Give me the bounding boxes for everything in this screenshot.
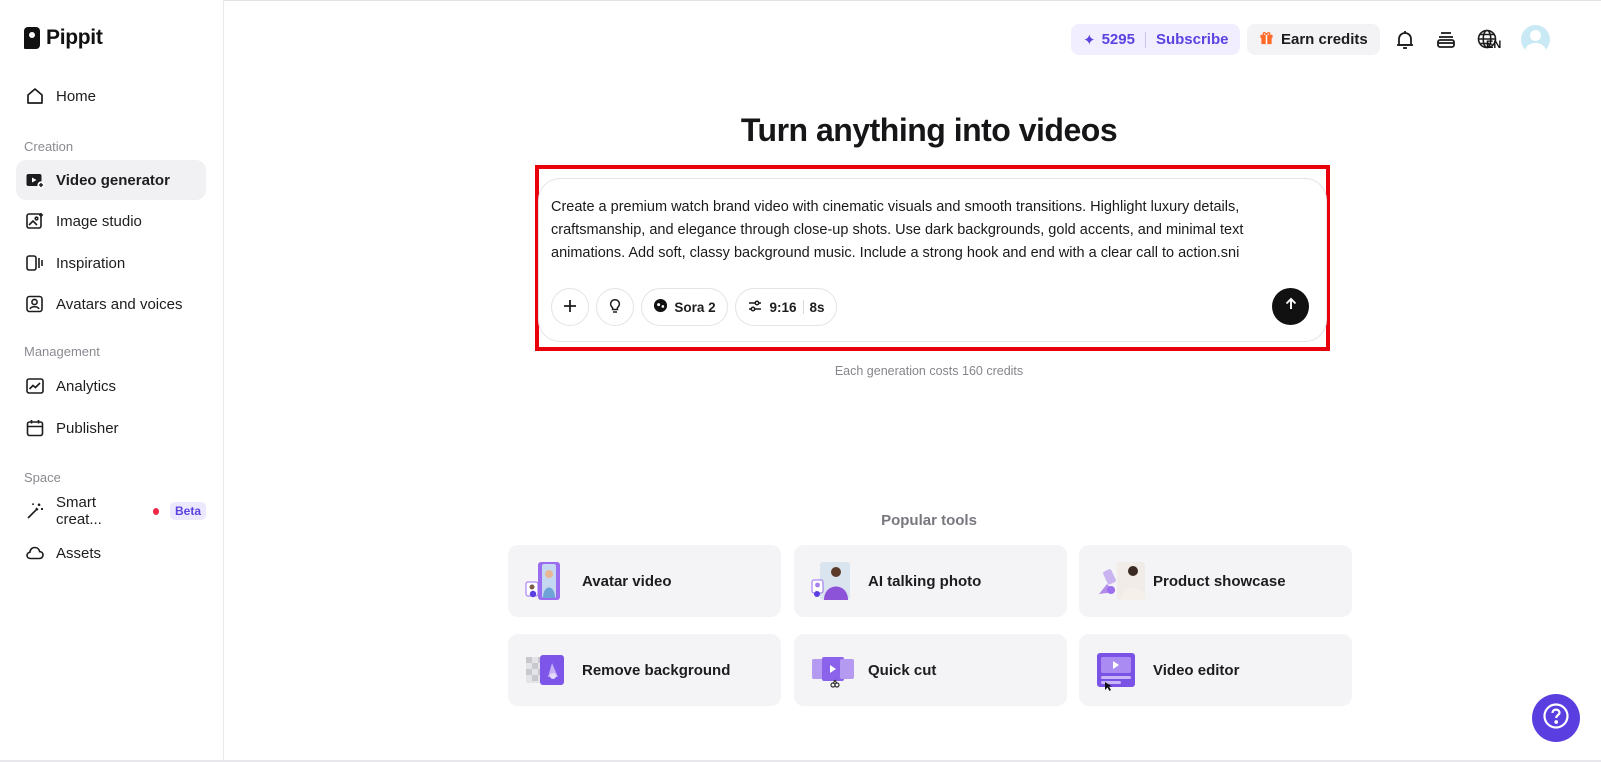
tool-label: Quick cut	[868, 661, 937, 679]
sidebar-item-avatars-and-voices[interactable]: Avatars and voices	[16, 284, 206, 324]
tool-label: AI talking photo	[868, 572, 982, 590]
question-mark-icon	[1541, 701, 1571, 736]
workspace-stack-icon[interactable]	[1433, 27, 1459, 53]
tool-label: Video editor	[1153, 661, 1240, 679]
sora-model-icon	[653, 298, 668, 316]
earn-credits-button[interactable]: Earn credits	[1247, 24, 1380, 55]
pippit-logo-icon	[24, 27, 40, 49]
aspect-ratio: 9:16	[769, 299, 797, 315]
avatar-icon	[25, 294, 45, 314]
sidebar: Pippit Home Creation Video generator Ima…	[0, 0, 224, 762]
page-title: Turn anything into videos	[740, 112, 1118, 148]
tool-card-video-editor[interactable]: Video editor	[1079, 634, 1352, 706]
duration: 8s	[809, 299, 825, 315]
ai-talking-photo-thumbnail	[810, 560, 852, 602]
tool-label: Avatar video	[582, 572, 672, 590]
credits-subscribe-pill[interactable]: ✦ 5295 Subscribe	[1071, 24, 1241, 55]
top-divider	[0, 0, 1601, 1]
sidebar-item-image-studio[interactable]: Image studio	[16, 201, 206, 241]
quick-cut-thumbnail	[810, 649, 854, 691]
sidebar-item-label: Video generator	[56, 171, 170, 189]
model-selector[interactable]: Sora 2	[641, 288, 728, 326]
prompt-composer: Create a premium watch brand video with …	[538, 178, 1327, 342]
help-button[interactable]	[1532, 694, 1580, 742]
sidebar-item-label: Home	[56, 87, 97, 105]
tool-card-quick-cut[interactable]: Quick cut	[794, 634, 1067, 706]
tool-card-avatar-video[interactable]: Avatar video	[508, 545, 781, 617]
tool-card-product-showcase[interactable]: Product showcase	[1079, 545, 1352, 617]
inspiration-icon	[25, 253, 45, 273]
app-name: Pippit	[46, 26, 103, 49]
subscribe-link[interactable]: Subscribe	[1156, 31, 1229, 48]
image-plus-icon	[25, 211, 45, 231]
tool-label: Product showcase	[1153, 572, 1286, 590]
generation-cost-note: Each generation costs 160 credits	[834, 364, 1024, 378]
sidebar-item-label: Assets	[56, 544, 102, 562]
product-showcase-thumbnail	[1095, 560, 1145, 602]
sidebar-item-label: Publisher	[56, 419, 119, 437]
plus-icon	[562, 298, 578, 317]
sidebar-item-video-generator[interactable]: Video generator	[16, 160, 206, 200]
divider	[1144, 31, 1146, 48]
magic-wand-icon	[25, 501, 45, 521]
new-indicator-dot	[152, 507, 159, 515]
app-logo[interactable]: Pippit	[24, 26, 103, 50]
beta-badge: Beta	[169, 502, 206, 520]
add-attachment-button[interactable]	[551, 288, 589, 326]
arrow-up-icon	[1283, 296, 1299, 317]
sidebar-item-label: Inspiration	[56, 254, 126, 272]
remove-background-thumbnail	[524, 649, 566, 691]
section-label-management: Management	[24, 344, 100, 359]
home-icon	[25, 86, 45, 106]
model-name: Sora 2	[674, 299, 716, 315]
cloud-icon	[25, 543, 45, 563]
sidebar-item-label: Image studio	[56, 212, 142, 230]
video-plus-icon	[25, 170, 45, 190]
sliders-icon	[747, 298, 763, 317]
idea-inspiration-button[interactable]	[596, 288, 634, 326]
sparkle-icon: ✦	[1083, 31, 1096, 49]
send-button[interactable]	[1272, 288, 1309, 325]
avatar-video-thumbnail	[524, 560, 566, 602]
section-label-space: Space	[24, 470, 61, 485]
lightbulb-icon	[607, 298, 623, 317]
sidebar-item-assets[interactable]: Assets	[16, 533, 206, 573]
prompt-input[interactable]: Create a premium watch brand video with …	[551, 196, 1301, 265]
sidebar-item-smart-creation[interactable]: Smart creat... Beta	[16, 491, 206, 531]
sidebar-item-label: Avatars and voices	[56, 295, 183, 313]
section-label-creation: Creation	[24, 139, 74, 154]
credits-count: 5295	[1101, 31, 1135, 48]
sidebar-item-label: Smart creat...	[56, 494, 102, 528]
sidebar-item-analytics[interactable]: Analytics	[16, 366, 206, 406]
tool-card-remove-background[interactable]: Remove background	[508, 634, 781, 706]
language-code[interactable]: EN	[1486, 39, 1501, 51]
sidebar-item-label: Analytics	[56, 377, 117, 395]
calendar-icon	[25, 418, 45, 438]
tool-card-ai-talking-photo[interactable]: AI talking photo	[794, 545, 1067, 617]
gift-icon	[1259, 30, 1274, 49]
notification-bell-icon[interactable]	[1392, 27, 1418, 53]
analytics-icon	[25, 376, 45, 396]
video-editor-thumbnail	[1095, 649, 1137, 691]
sidebar-item-publisher[interactable]: Publisher	[16, 408, 206, 448]
popular-tools-title: Popular tools	[881, 512, 977, 529]
sidebar-item-inspiration[interactable]: Inspiration	[16, 243, 206, 283]
video-settings-selector[interactable]: 9:16 8s	[735, 288, 837, 326]
user-avatar[interactable]	[1521, 25, 1550, 54]
earn-credits-label: Earn credits	[1281, 31, 1368, 48]
tool-label: Remove background	[582, 661, 731, 679]
sidebar-item-home[interactable]: Home	[16, 76, 206, 116]
divider	[802, 300, 804, 314]
